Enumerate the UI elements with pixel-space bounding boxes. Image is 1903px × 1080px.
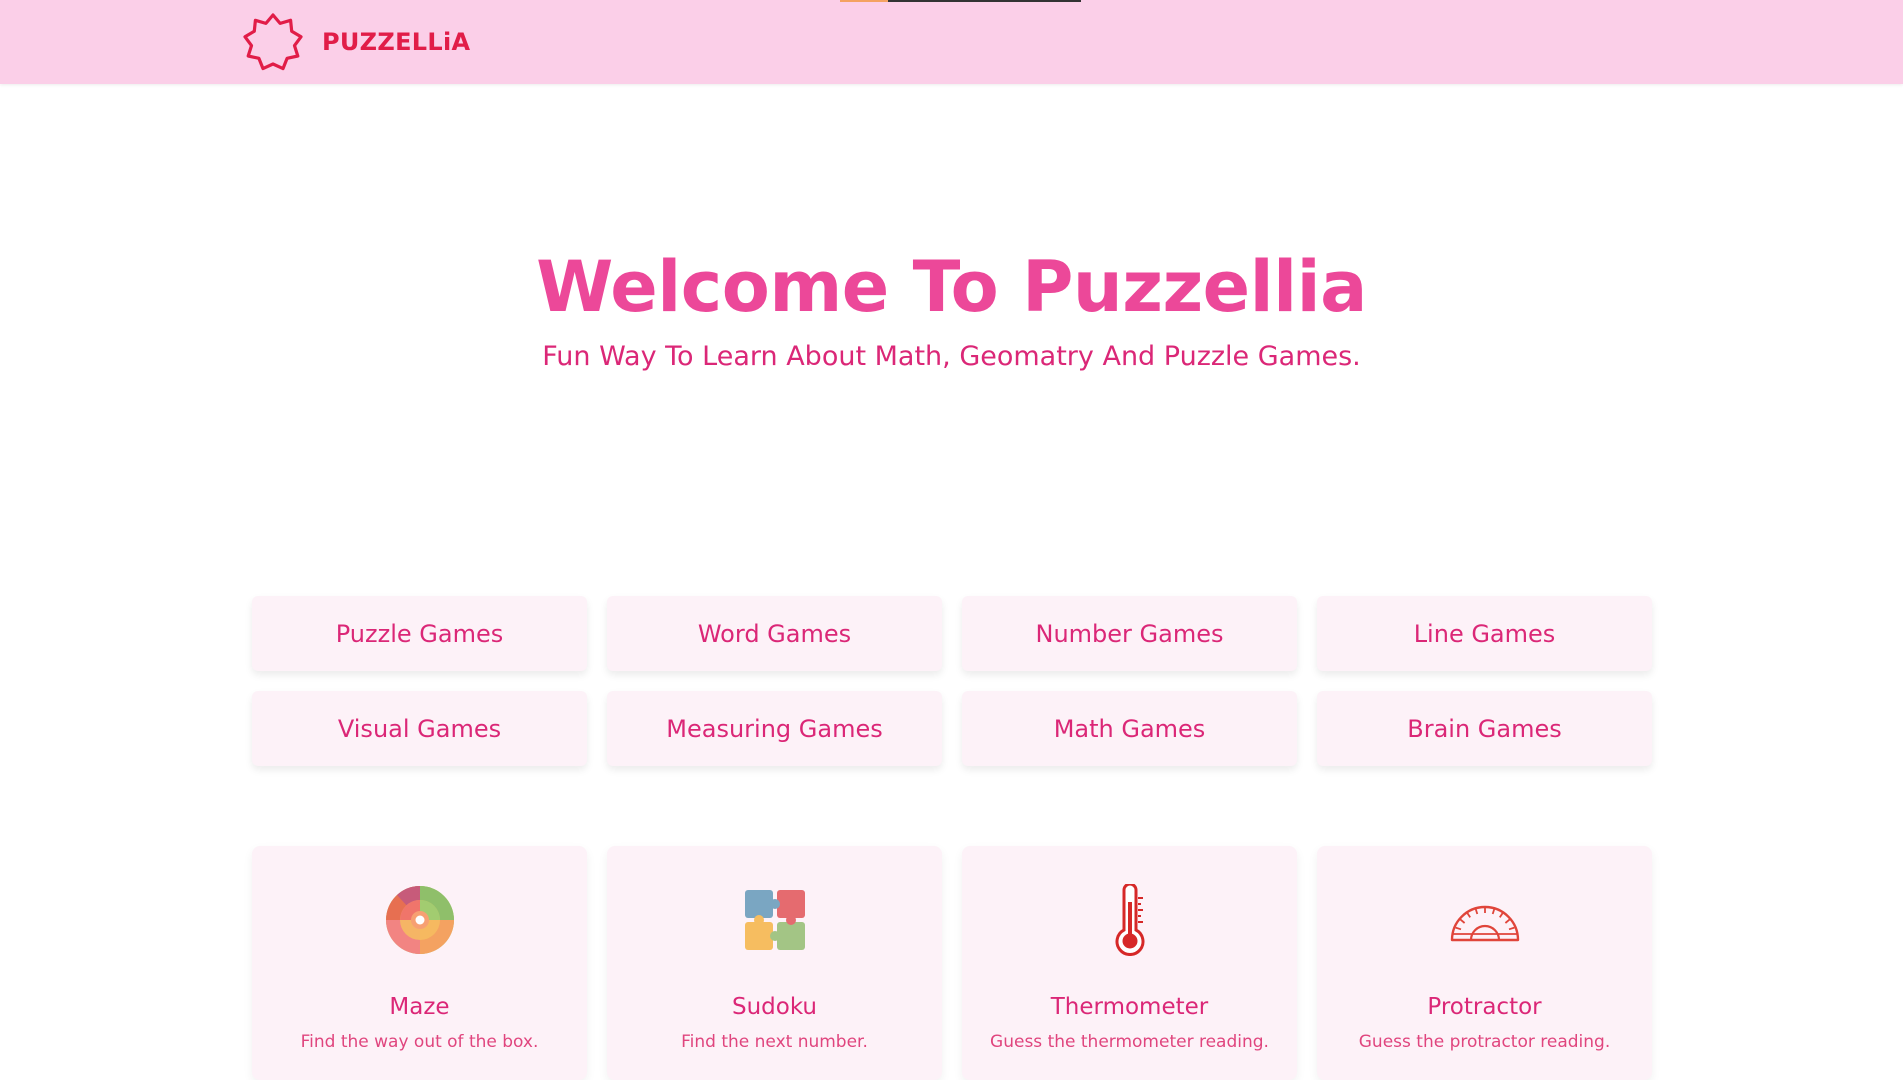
game-description: Find the way out of the box. [300, 1032, 539, 1052]
category-puzzle-games-button[interactable]: Puzzle Games [252, 596, 587, 671]
protractor-icon [1449, 884, 1521, 956]
thermometer-icon [1094, 884, 1166, 956]
game-title: Protractor [1427, 994, 1542, 1020]
game-title: Maze [389, 994, 450, 1020]
game-description: Guess the protractor reading. [1358, 1032, 1611, 1052]
category-line-games-button[interactable]: Line Games [1317, 596, 1652, 671]
loading-progress-track [888, 0, 1081, 2]
game-card-grid: Maze Find the way out of the box. Sudoku… [252, 846, 1652, 1080]
category-math-games-button[interactable]: Math Games [962, 691, 1297, 766]
game-title: Sudoku [731, 994, 818, 1020]
category-visual-games-button[interactable]: Visual Games [252, 691, 587, 766]
game-card-protractor[interactable]: Protractor Guess the protractor reading. [1317, 846, 1652, 1080]
top-navbar: PUZZELLiA [0, 0, 1903, 84]
maze-icon [384, 884, 456, 956]
star-burst-icon [243, 13, 303, 71]
page-title: Welcome To Puzzellia [536, 246, 1367, 328]
brand-home-link[interactable]: PUZZELLiA [242, 12, 470, 72]
game-card-maze[interactable]: Maze Find the way out of the box. [252, 846, 587, 1080]
game-card-thermometer[interactable]: Thermometer Guess the thermometer readin… [962, 846, 1297, 1080]
page-subtitle: Fun Way To Learn About Math, Geomatry An… [542, 341, 1361, 372]
category-word-games-button[interactable]: Word Games [607, 596, 942, 671]
game-title: Thermometer [1050, 994, 1209, 1020]
category-measuring-games-button[interactable]: Measuring Games [607, 691, 942, 766]
game-card-sudoku[interactable]: Sudoku Find the next number. [607, 846, 942, 1080]
game-description: Find the next number. [681, 1032, 868, 1052]
game-description: Guess the thermometer reading. [990, 1032, 1269, 1052]
category-brain-games-button[interactable]: Brain Games [1317, 691, 1652, 766]
category-number-games-button[interactable]: Number Games [962, 596, 1297, 671]
loading-progress-accent [840, 0, 888, 2]
puzzle-pieces-icon [739, 884, 811, 956]
category-grid: Puzzle Games Word Games Number Games Lin… [252, 596, 1652, 766]
brand-name: PUZZELLiA [322, 28, 471, 56]
hero-section: Welcome To Puzzellia Fun Way To Learn Ab… [0, 245, 1903, 372]
